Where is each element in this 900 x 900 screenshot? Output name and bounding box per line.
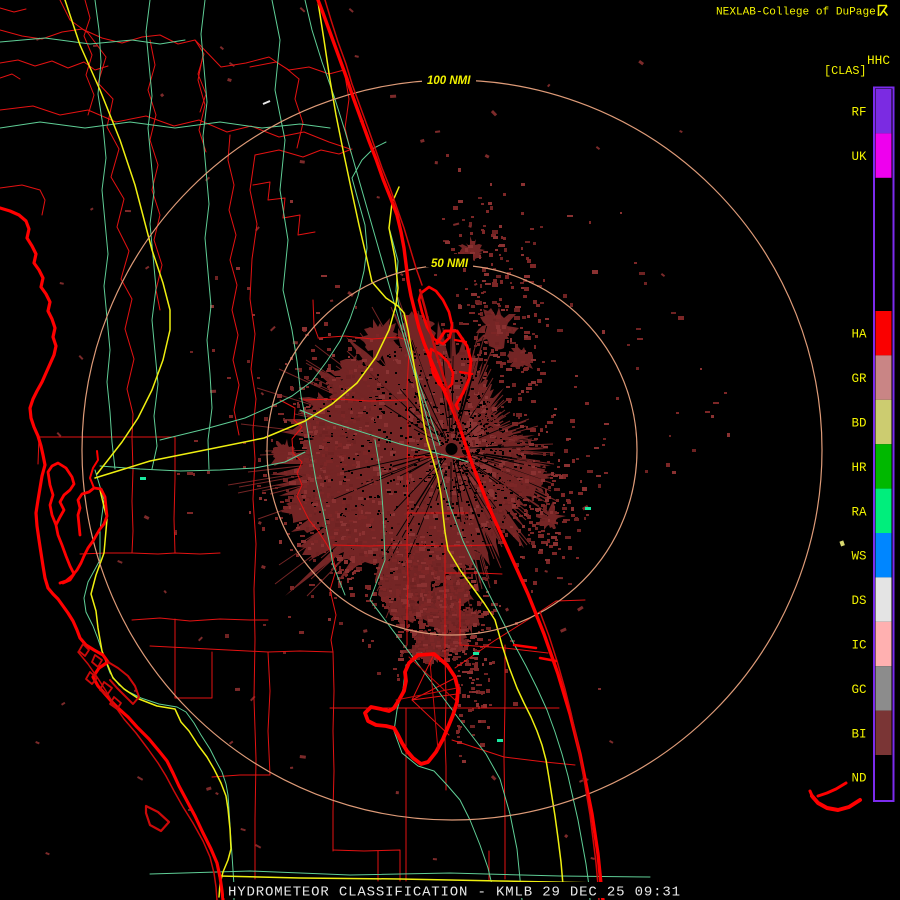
svg-text:GR: GR <box>851 372 867 386</box>
svg-text:[CLAS]: [CLAS] <box>824 64 866 78</box>
svg-text:WS: WS <box>851 550 866 564</box>
svg-text:GC: GC <box>851 683 866 697</box>
svg-text:NEXLAB-College of DuPage: NEXLAB-College of DuPage <box>716 7 876 19</box>
svg-text:BD: BD <box>851 417 866 431</box>
svg-text:HYDROMETEOR CLASSIFICATION - K: HYDROMETEOR CLASSIFICATION - KMLB 29 DEC… <box>228 885 681 900</box>
svg-text:BI: BI <box>851 727 866 741</box>
svg-text:HA: HA <box>851 328 867 342</box>
svg-text:HR: HR <box>851 461 867 475</box>
svg-text:ND: ND <box>851 772 866 786</box>
svg-text:RA: RA <box>851 505 867 519</box>
svg-text:IC: IC <box>851 639 866 653</box>
svg-text:HHC: HHC <box>867 53 890 68</box>
svg-text:UK: UK <box>851 150 867 164</box>
svg-text:DS: DS <box>851 594 866 608</box>
svg-text:50 NMI: 50 NMI <box>431 258 469 270</box>
svg-text:RF: RF <box>851 106 866 120</box>
svg-text:100 NMI: 100 NMI <box>427 75 471 87</box>
